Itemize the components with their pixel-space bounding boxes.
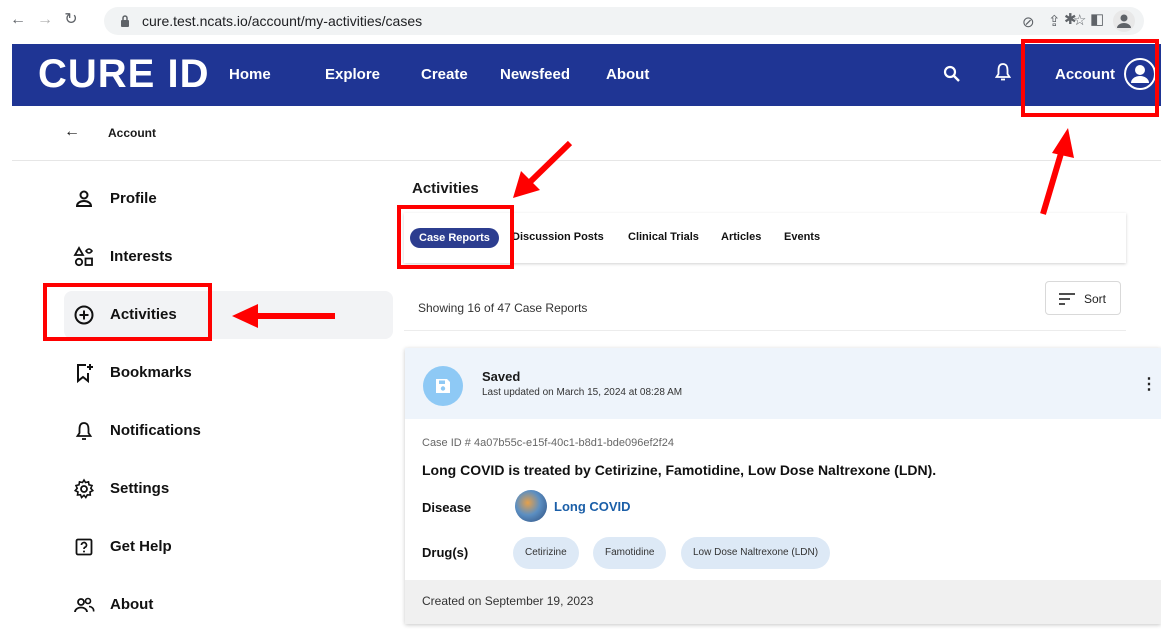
annotation-arrow (527, 140, 573, 185)
annotation-arrow (1040, 149, 1065, 215)
annotation-arrowhead (1052, 128, 1074, 158)
annotation-arrowhead (232, 304, 258, 328)
annotation-arrows (232, 128, 1074, 328)
